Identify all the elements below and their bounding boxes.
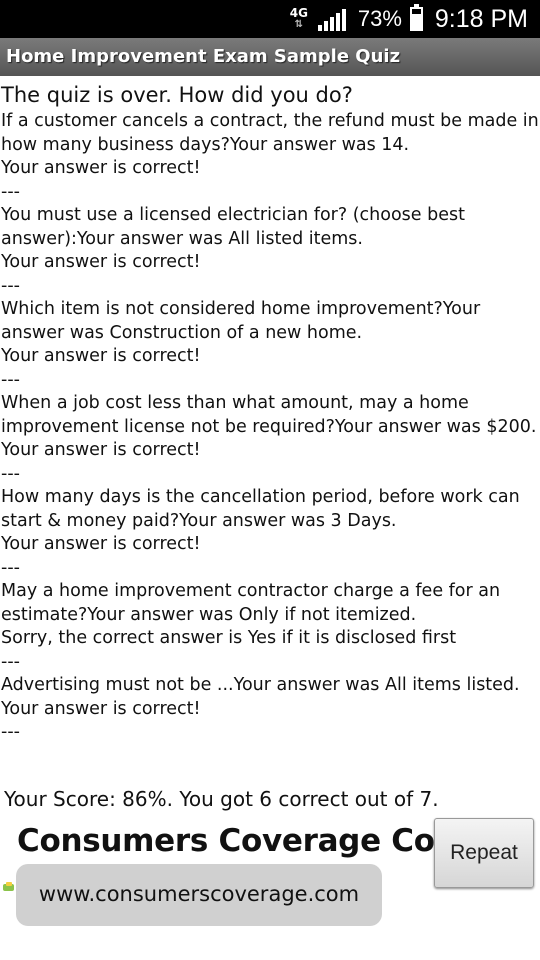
answer-result: Your answer is correct! [1, 440, 201, 460]
answer-result: Your answer is correct! [1, 158, 201, 178]
separator: --- [1, 181, 20, 202]
question-text: Advertising must not be ...Your answer w… [1, 675, 520, 695]
ad-icon [3, 882, 14, 891]
status-bar: 4G ⇅ 73% 9:18 PM [0, 0, 540, 38]
network-type: 4G [289, 6, 308, 20]
clock: 9:18 PM [434, 4, 528, 33]
network-indicator: 4G ⇅ [286, 6, 312, 30]
answer-result: Your answer is correct! [1, 698, 201, 719]
quiz-results: The quiz is over. How did you do? If a c… [0, 80, 540, 745]
answer-result: Your answer is correct! [1, 346, 201, 366]
question-text: Which item is not considered home improv… [1, 299, 481, 343]
separator: --- [1, 275, 20, 296]
separator: --- [1, 651, 20, 672]
question-text: If a customer cancels a contract, the re… [1, 111, 539, 155]
website-button[interactable]: www.consumerscoverage.com [16, 864, 382, 926]
app-title: Home Improvement Exam Sample Quiz [6, 46, 401, 67]
question-text: You must use a licensed electrician for?… [1, 205, 465, 249]
brand-name: Consumers Coverage Corp. [17, 823, 484, 859]
signal-icon [317, 7, 348, 31]
separator: --- [1, 722, 20, 742]
battery-percent: 73% [357, 6, 402, 31]
data-arrows-icon: ⇅ [294, 19, 304, 30]
answer-result: Your answer is correct! [1, 252, 201, 272]
battery-icon [409, 4, 423, 31]
results-list: If a customer cancels a contract, the re… [0, 110, 540, 745]
repeat-button[interactable]: Repeat [434, 818, 534, 888]
question-text: How many days is the cancellation period… [1, 487, 520, 531]
separator: --- [1, 369, 20, 390]
separator: --- [1, 463, 20, 484]
question-text: May a home improvement contractor charge… [1, 581, 501, 625]
answer-result: Sorry, the correct answer is Yes if it i… [1, 628, 457, 648]
app-title-bar: Home Improvement Exam Sample Quiz [0, 38, 540, 76]
results-heading: The quiz is over. How did you do? [1, 83, 353, 107]
answer-result: Your answer is correct! [1, 534, 201, 554]
question-text: When a job cost less than what amount, m… [1, 393, 537, 437]
score-text: Your Score: 86%. You got 6 correct out o… [4, 787, 439, 811]
separator: --- [1, 557, 20, 578]
